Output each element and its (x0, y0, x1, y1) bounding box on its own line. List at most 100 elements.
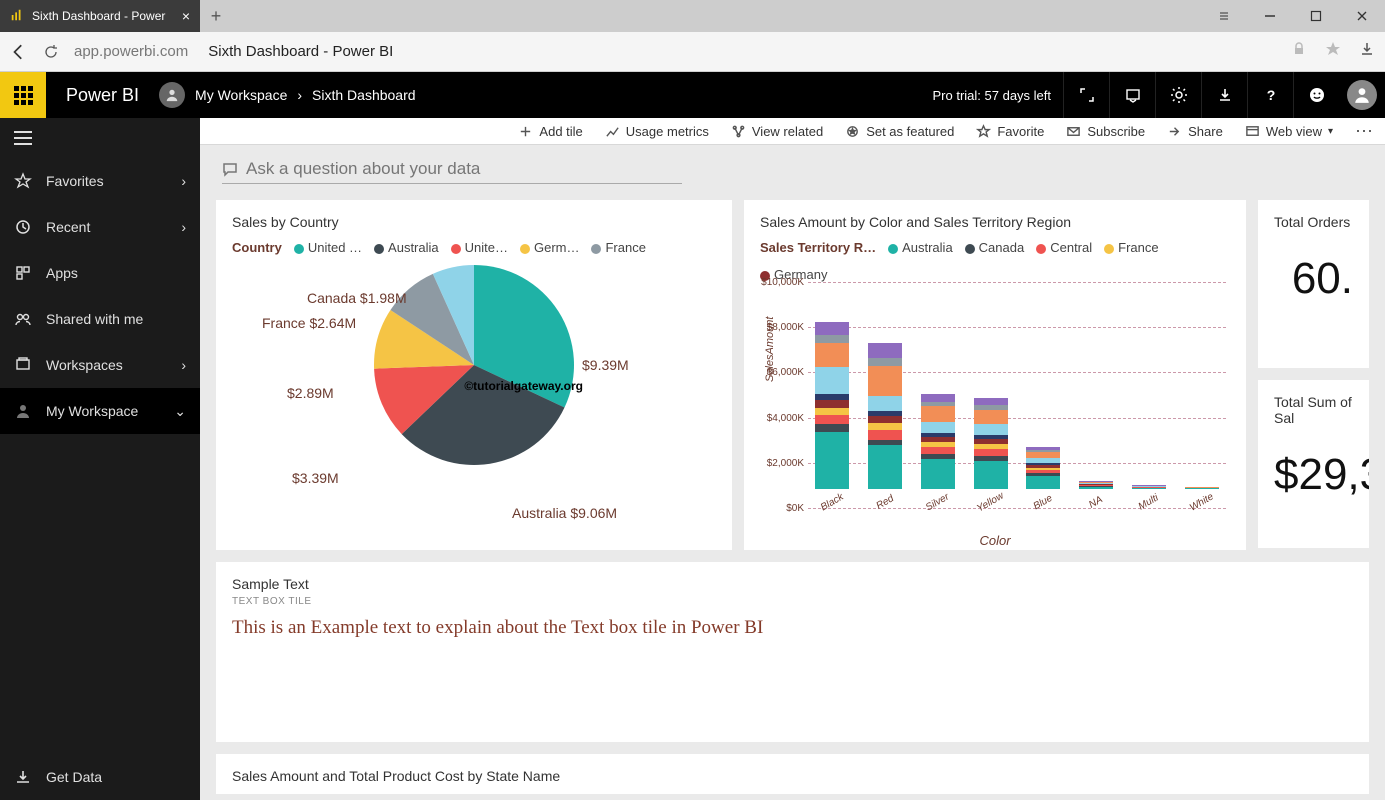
chevron-right-icon: › (181, 219, 186, 235)
sidebar-item-shared-with-me[interactable]: Shared with me (0, 296, 200, 342)
user-avatar[interactable] (1339, 72, 1385, 118)
x-axis-label: Color (979, 533, 1010, 548)
pie-slice-label: France $2.64M (262, 315, 356, 331)
bar-column: Red (861, 343, 910, 508)
get-data-icon (14, 768, 32, 786)
web-view-button[interactable]: Web view▾ (1245, 124, 1333, 139)
add-tile-button[interactable]: Add tile (518, 124, 582, 139)
powerbi-icon (10, 8, 24, 25)
refresh-icon[interactable] (42, 44, 60, 60)
pie-legend: CountryUnited …AustraliaUnite…Germ…Franc… (232, 240, 716, 255)
get-data-label: Get Data (46, 769, 102, 785)
bar-column: Multi (1125, 485, 1174, 508)
main-content: Add tile Usage metrics View related Set … (200, 118, 1385, 800)
tile-text-box[interactable]: Sample Text TEXT BOX TILE This is an Exa… (216, 562, 1369, 742)
hamburger-icon[interactable] (0, 118, 200, 158)
url-host[interactable]: app.powerbi.com (74, 43, 188, 60)
pie-slice-label: $3.39M (292, 470, 339, 486)
new-tab-button[interactable]: + (200, 0, 232, 32)
bar-column: Silver (914, 394, 963, 508)
qna-bar: Ask a question about your data (200, 145, 1385, 194)
set-featured-button[interactable]: Set as featured (845, 124, 954, 139)
powerbi-header: Power BI My Workspace › Sixth Dashboard … (0, 72, 1385, 118)
nav-icon (14, 264, 32, 282)
favorite-button[interactable]: Favorite (976, 124, 1044, 139)
svg-text:?: ? (1266, 87, 1275, 103)
watermark: ©tutorialgateway.org (464, 379, 583, 393)
tile-subtitle: TEXT BOX TILE (232, 596, 1353, 607)
subscribe-button[interactable]: Subscribe (1066, 124, 1145, 139)
chevron-right-icon: › (181, 173, 186, 189)
feedback-icon[interactable] (1293, 72, 1339, 118)
tile-title: Sample Text (232, 576, 1353, 592)
back-icon[interactable] (10, 43, 28, 61)
pie-chart: ©tutorialgateway.org $9.39M Australia $9.… (232, 255, 716, 525)
reading-view-icon[interactable] (1201, 0, 1247, 32)
nav-icon (14, 172, 32, 190)
pie-slice-label: Australia $9.06M (512, 505, 617, 521)
nav-icon (14, 218, 32, 236)
sidebar-item-apps[interactable]: Apps (0, 250, 200, 296)
tile-title: Total Sum of Sal (1274, 394, 1353, 426)
tab-close-icon[interactable]: × (182, 8, 190, 24)
maximize-icon[interactable] (1293, 0, 1339, 32)
app-launcher-icon[interactable] (0, 72, 46, 118)
orders-value: 60. (1274, 254, 1353, 304)
settings-icon[interactable] (1155, 72, 1201, 118)
star-icon[interactable] (1325, 41, 1341, 62)
pie-slice-label: $9.39M (582, 357, 629, 373)
bar-column: Yellow (966, 398, 1015, 508)
breadcrumb: My Workspace › Sixth Dashboard (195, 87, 416, 103)
tab-title: Sixth Dashboard - Power (32, 9, 165, 23)
view-related-button[interactable]: View related (731, 124, 823, 139)
qna-placeholder: Ask a question about your data (246, 159, 480, 179)
nav-icon (14, 356, 32, 374)
sum-value: $29,3 (1274, 450, 1353, 500)
sidebar: Favorites›Recent›AppsShared with meWorks… (0, 118, 200, 800)
lock-icon (1291, 41, 1307, 62)
bar-chart: SalesAmount $0K$2,000K$4,000K$6,000K$8,0… (760, 282, 1230, 542)
bar-legend: Sales Territory R…AustraliaCanadaCentral… (760, 240, 1230, 282)
dashboard-tiles: Sales by Country CountryUnited …Australi… (200, 194, 1385, 800)
bar-column: White (1177, 487, 1226, 508)
browser-addressbar: app.powerbi.com Sixth Dashboard - Power … (0, 32, 1385, 72)
close-icon[interactable] (1339, 0, 1385, 32)
notifications-icon[interactable] (1109, 72, 1155, 118)
chat-icon (222, 161, 238, 177)
sidebar-item-workspaces[interactable]: Workspaces› (0, 342, 200, 388)
download-icon[interactable] (1359, 41, 1375, 62)
chevron-right-icon: › (297, 87, 302, 103)
tile-sales-by-color[interactable]: Sales Amount by Color and Sales Territor… (744, 200, 1246, 550)
sidebar-item-favorites[interactable]: Favorites› (0, 158, 200, 204)
help-icon[interactable]: ? (1247, 72, 1293, 118)
window-titlebar: Sixth Dashboard - Power × + (0, 0, 1385, 32)
minimize-icon[interactable] (1247, 0, 1293, 32)
download-icon[interactable] (1201, 72, 1247, 118)
tile-sales-by-country[interactable]: Sales by Country CountryUnited …Australi… (216, 200, 732, 550)
pie-slice-label: $2.89M (287, 385, 334, 401)
sidebar-item-my-workspace[interactable]: My Workspace⌄ (0, 388, 200, 434)
tile-title: Sales Amount by Color and Sales Territor… (760, 214, 1230, 230)
usage-metrics-button[interactable]: Usage metrics (605, 124, 709, 139)
more-options-icon[interactable]: ⋯ (1355, 121, 1375, 142)
brand-label[interactable]: Power BI (46, 85, 159, 106)
tile-title: Total Orders (1274, 214, 1353, 230)
command-bar: Add tile Usage metrics View related Set … (200, 118, 1385, 145)
workspace-avatar-icon (159, 82, 185, 108)
trial-status: Pro trial: 57 days left (933, 88, 1064, 103)
sidebar-item-recent[interactable]: Recent› (0, 204, 200, 250)
tile-total-sum[interactable]: Total Sum of Sal $29,3 (1258, 380, 1369, 548)
share-button[interactable]: Share (1167, 124, 1223, 139)
browser-tab[interactable]: Sixth Dashboard - Power × (0, 0, 200, 32)
tile-title: Sales Amount and Total Product Cost by S… (232, 768, 1353, 784)
tile-total-orders[interactable]: Total Orders 60. (1258, 200, 1369, 368)
qna-input[interactable]: Ask a question about your data (222, 155, 682, 184)
tile-title: Sales by Country (232, 214, 716, 230)
text-content: This is an Example text to explain about… (232, 617, 1353, 639)
tile-sales-by-state[interactable]: Sales Amount and Total Product Cost by S… (216, 754, 1369, 794)
bar-column: Black (808, 322, 857, 508)
get-data-button[interactable]: Get Data (0, 754, 200, 800)
breadcrumb-workspace[interactable]: My Workspace (195, 87, 287, 103)
fullscreen-icon[interactable] (1063, 72, 1109, 118)
chevron-down-icon: ⌄ (174, 403, 186, 420)
